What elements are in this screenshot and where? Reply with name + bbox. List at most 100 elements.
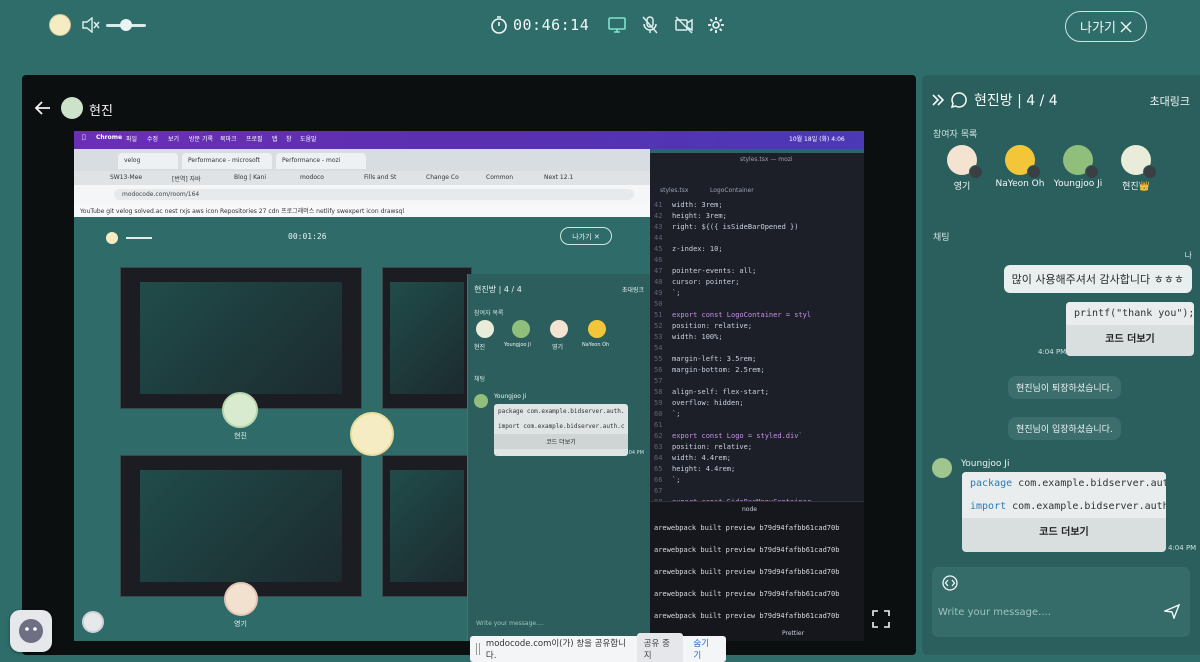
code-snippet-icon[interactable] [942,575,958,591]
line-number: 60 [654,410,663,418]
inner-more-button: 코드 더보기 [494,434,628,449]
speaker-mute-icon[interactable] [82,17,100,33]
mic-muted-icon [1143,165,1157,179]
code-line: cursor: pointer; [672,278,740,286]
sender-avatar [932,458,952,478]
code-line: align-self: flex-start; [672,388,769,396]
message-input[interactable] [938,599,1158,625]
browser-address-bar: modocode.com/room/164 [74,185,650,203]
stop-sharing-button[interactable]: 공유 중지 [636,633,684,662]
room-title: 현진방 | 4 / 4 [974,93,1058,109]
inner-avatar [106,232,118,244]
received-code-card: package com.example.bidserver.auth. impo… [962,472,1166,552]
line-number: 48 [654,278,663,286]
code-line: `; [672,289,681,297]
line-number: 46 [654,256,663,264]
editor-tab: styles.tsx [660,187,689,194]
inner-participant-avatar [550,320,568,338]
code-line: margin-bottom: 2.5rem; [672,366,765,374]
browser-tab[interactable]: Blog | Kani [234,174,266,181]
line-number: 66 [654,476,663,484]
line-number: 52 [654,322,663,330]
floating-avatar-label: 영기 [234,620,247,628]
room-header: 현진방 | 4 / 4 [932,90,1058,110]
browser-tab[interactable]: Performance - mozi [276,153,366,169]
floating-avatar [224,582,258,616]
line-number: 63 [654,443,663,451]
browser-tab[interactable]: Performance - microsoft [182,153,272,169]
terminal-line: arewebpack built preview b79d94fafbb61ca… [654,524,840,532]
browser-tab[interactable]: modoco [300,174,324,181]
my-code-card: printf("thank you"); 코드 더보기 [1066,302,1194,356]
code-line: height: 4.4rem; [672,465,736,473]
line-number: 61 [654,421,663,429]
inner-sender-name: Youngjoo Ji [494,393,527,400]
ghost-face-icon [19,619,43,643]
send-icon[interactable] [1164,603,1180,619]
video-tile [120,267,362,409]
menu-app: Chrome [96,134,123,141]
volume-slider-handle[interactable] [120,19,132,31]
line-number: 45 [654,245,663,253]
back-arrow-icon[interactable] [34,99,52,117]
exit-label: 나가기 [1080,21,1116,36]
menu-item: 북마크 [220,136,237,143]
browser-tab[interactable]: [번역] 자바 [172,174,201,183]
inner-room-title: 현진방 | 4 / 4 [474,285,522,294]
inner-top-bar: 00:01:26 나가기 ✕ [74,217,650,257]
line-number: 55 [654,355,663,363]
browser-tab-strip: velog Performance - microsoft Performanc… [74,149,650,171]
invite-link-button[interactable]: 초대링크 [1150,93,1190,109]
line-number: 54 [654,344,663,352]
self-video-avatar[interactable] [10,610,52,652]
line-number: 50 [654,300,663,308]
video-tile [382,267,472,409]
inner-chat-panel: 현진방 | 4 / 4 초대링크 참여자 목록 현진 Youngjoo Ji 영… [467,274,650,641]
participant-name: NaYeon Oh [995,179,1045,189]
code-line: right: ${({ isSideBarOpened }) [672,223,799,231]
settings-gear-icon[interactable] [706,15,726,35]
message-time: 4:04 PM [1038,348,1067,356]
line-number: 49 [654,289,663,297]
mic-off-icon[interactable] [640,15,660,35]
inner-code-card: package com.example.bidserver.auth. impo… [494,404,628,456]
code-more-button[interactable]: 코드 더보기 [1066,325,1194,350]
participant[interactable]: NaYeon Oh [990,145,1050,189]
inner-code-line: package com.example.bidserver.auth. [498,408,625,415]
browser-tab[interactable]: velog [118,153,178,169]
code-line: position: relative; [672,443,753,451]
browser-tab[interactable]: Common [486,174,513,181]
drag-handle-icon[interactable] [476,643,480,655]
code-line: export const LogoContainer = styl [672,311,812,319]
line-number: 41 [654,201,663,209]
url-field[interactable]: modocode.com/room/164 [114,189,634,200]
participant[interactable]: Youngjoo Ji [1048,145,1108,189]
line-number: 44 [654,234,663,242]
inner-sender-avatar [474,394,488,408]
collapse-chevrons-icon[interactable] [932,94,944,106]
browser-tab[interactable]: Next 12.1 [544,174,573,181]
code-more-button[interactable]: 코드 더보기 [962,518,1166,543]
inner-participants-label: 참여자 목록 [474,310,504,317]
participant-name: 현진👑 [1122,182,1150,192]
exit-room-button[interactable]: 나가기 [1065,11,1147,42]
code-line: `; [672,476,681,484]
browser-tab[interactable]: SW13-Mee [110,174,142,181]
participant[interactable]: 현진👑 [1106,145,1166,192]
participant-name: 영기 [953,182,971,192]
session-timer: 00:46:14 [513,16,590,34]
terminal-tab: node [742,506,757,513]
participant[interactable]: 영기 [932,145,992,192]
camera-off-icon[interactable] [674,15,694,35]
participant-avatar [1063,145,1099,179]
hide-button[interactable]: 숨기기 [689,633,720,662]
screen-share-icon[interactable] [607,15,627,35]
browser-tab[interactable]: Change Co [426,174,459,181]
browser-tab[interactable]: Fills and St [364,174,396,181]
chat-sidebar: 현진방 | 4 / 4 초대링크 참여자 목록 영기 NaYeon Oh You… [922,75,1200,655]
message-time: 4:04 PM [1168,544,1197,552]
fullscreen-icon[interactable] [872,610,890,628]
floating-avatar-label: 현진 [234,432,247,440]
chat-label: 채팅 [933,233,950,243]
my-avatar[interactable] [49,14,71,36]
